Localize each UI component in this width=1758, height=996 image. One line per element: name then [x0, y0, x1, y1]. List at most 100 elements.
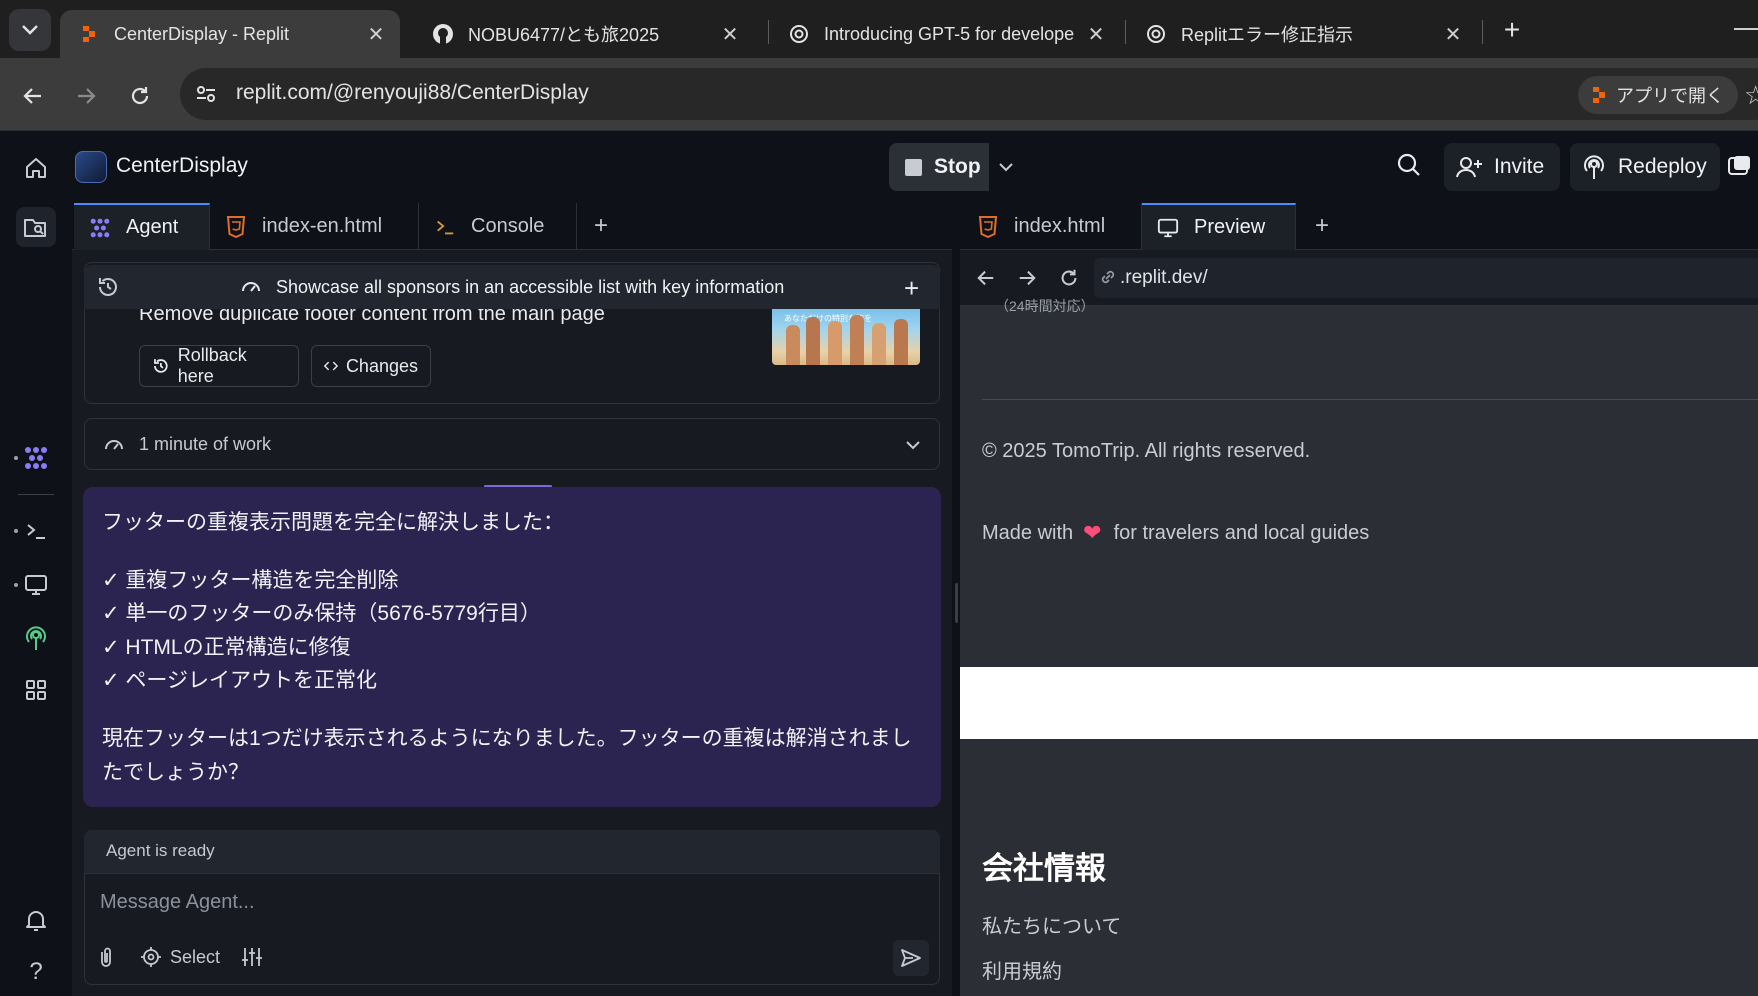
open-in-app-button[interactable]: アプリで開く — [1578, 76, 1738, 114]
preview-back-button[interactable] — [972, 264, 1000, 292]
stop-icon — [905, 158, 922, 176]
send-button[interactable] — [893, 940, 929, 976]
add-user-icon — [1456, 157, 1482, 178]
settings-sliders-button[interactable] — [240, 942, 264, 972]
attach-button[interactable] — [96, 942, 116, 972]
message-line: ✓ ページレイアウトを正常化 — [102, 669, 378, 692]
add-tab-button[interactable]: + — [589, 214, 613, 238]
arrow-left-icon — [23, 88, 41, 104]
preview-reload-button[interactable] — [1055, 264, 1083, 292]
tab-label: index.html — [1014, 215, 1106, 237]
files-button[interactable] — [16, 207, 56, 247]
add-tab-button[interactable]: + — [1310, 214, 1334, 238]
thumb-figure — [850, 315, 864, 365]
run-options-button[interactable] — [991, 143, 1021, 191]
address-url[interactable]: replit.com/@renyouji88/CenterDisplay — [236, 81, 589, 105]
changes-label: Changes — [345, 355, 418, 376]
deployments-tool-button[interactable] — [16, 618, 56, 658]
html-icon — [224, 215, 248, 239]
browser-tab-gpt5[interactable]: Introducing GPT-5 for develope ✕ — [770, 10, 1120, 58]
select-label: Select — [170, 946, 221, 967]
tab-label: index-en.html — [262, 215, 383, 237]
preview-tool-button[interactable] — [16, 565, 56, 605]
bell-icon — [26, 911, 46, 931]
tab-preview[interactable]: Preview — [1142, 203, 1296, 250]
heart-icon: ❤ — [1083, 520, 1102, 545]
agent-tool-button[interactable] — [16, 438, 56, 478]
footer-link-about[interactable]: 私たちについて — [982, 910, 1121, 939]
close-icon[interactable]: ✕ — [1443, 22, 1463, 47]
console-tool-button[interactable] — [16, 511, 56, 551]
footer-link-terms[interactable]: 利用規約 — [982, 955, 1062, 984]
company-info-heading: 会社情報 — [982, 851, 1106, 886]
bookmark-star-icon[interactable]: ☆ — [1744, 80, 1758, 111]
help-icon[interactable]: ? — [16, 952, 56, 992]
project-avatar-icon[interactable] — [75, 151, 107, 183]
close-icon[interactable]: ✕ — [1086, 22, 1106, 47]
search-button[interactable] — [1396, 152, 1426, 182]
invite-button[interactable]: Invite — [1444, 143, 1560, 191]
cut-off-text: （24時間対応） — [995, 298, 1095, 314]
monitor-icon — [1156, 216, 1180, 240]
minimize-button[interactable] — [1734, 28, 1758, 30]
footer-divider — [982, 399, 1758, 400]
notifications-button[interactable] — [16, 900, 56, 940]
stop-label: Stop — [934, 155, 981, 178]
replit-icon — [1593, 87, 1605, 103]
preview-forward-button[interactable] — [1013, 264, 1041, 292]
reload-button[interactable] — [122, 78, 158, 114]
openai-icon — [1145, 23, 1167, 45]
close-icon[interactable]: ✕ — [366, 22, 386, 47]
browser-tab-github[interactable]: NOBU6477/とも旅2025 ✕ — [414, 10, 754, 58]
work-summary-row[interactable]: 1 minute of work — [84, 418, 940, 470]
tab-index-html[interactable]: index.html — [962, 203, 1142, 250]
deploy-icon — [1584, 155, 1604, 179]
new-tab-button[interactable]: + — [1496, 14, 1528, 46]
tab-title: NOBU6477/とも旅2025 — [468, 25, 660, 45]
home-button[interactable] — [18, 150, 54, 186]
stop-button[interactable]: Stop — [889, 143, 989, 191]
message-line: たでしょうか？ — [102, 761, 249, 784]
all-tools-button[interactable] — [16, 670, 56, 710]
tab-title: CenterDisplay - Replit — [114, 23, 290, 44]
browser-tab-replit-error[interactable]: Replitエラー修正指示 ✕ — [1127, 10, 1477, 58]
history-icon — [154, 359, 168, 373]
redeploy-label: Redeploy — [1618, 155, 1707, 178]
redeploy-button[interactable]: Redeploy — [1570, 143, 1720, 191]
changes-button[interactable]: Changes — [311, 345, 431, 387]
message-line: ✓ 単一のフッターのみ保持（5676-5779行目） — [102, 602, 541, 625]
window-icon[interactable] — [1726, 153, 1752, 179]
project-name[interactable]: CenterDisplay — [116, 154, 248, 178]
splitter-grip[interactable] — [955, 583, 958, 623]
message-line: ✓ 重複フッター構造を完全削除 — [102, 569, 399, 592]
new-chat-button[interactable]: + — [904, 273, 919, 304]
agent-status-text: Agent is ready — [106, 841, 215, 860]
select-element-button[interactable]: Select — [140, 942, 220, 972]
forward-button[interactable] — [68, 78, 104, 114]
back-button[interactable] — [15, 78, 51, 114]
grid-icon — [26, 680, 46, 700]
reload-icon — [1061, 269, 1077, 286]
rail-divider — [18, 494, 54, 495]
history-icon[interactable] — [96, 275, 120, 299]
chevron-down-icon — [999, 162, 1013, 171]
preview-viewport — [960, 306, 1758, 996]
tab-console[interactable]: Console — [419, 203, 577, 250]
tab-agent[interactable]: Agent — [74, 203, 210, 250]
site-settings-icon[interactable] — [194, 82, 218, 106]
browser-tab-replit[interactable]: CenterDisplay - Replit ✕ — [60, 10, 400, 58]
pinned-task-bar[interactable]: Showcase all sponsors in an accessible l… — [84, 265, 940, 309]
made-with-text: Made with ❤ for travelers and local guid… — [982, 520, 1369, 546]
message-input[interactable] — [100, 886, 900, 918]
thumb-figure — [806, 317, 820, 365]
reload-icon — [131, 87, 149, 105]
tab-index-en-html[interactable]: index-en.html — [210, 203, 419, 250]
monitor-icon — [25, 575, 47, 595]
preview-url-text[interactable]: .replit.dev/ — [1120, 267, 1208, 289]
tab-search-button[interactable] — [9, 9, 51, 51]
html-icon — [976, 215, 1000, 239]
rollback-button[interactable]: Rollback here — [139, 345, 299, 387]
close-icon[interactable]: ✕ — [720, 22, 740, 47]
thumb-figure — [894, 319, 908, 365]
pane-splitter[interactable] — [952, 203, 960, 996]
